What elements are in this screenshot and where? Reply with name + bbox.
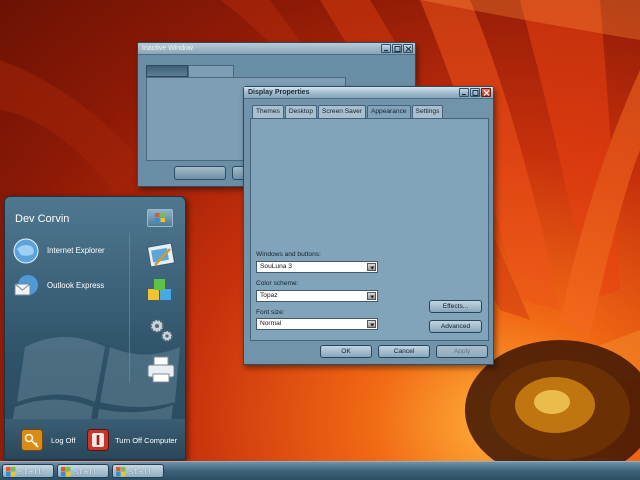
gears-icon: [150, 319, 173, 342]
inactive-tab-selected[interactable]: [146, 65, 188, 77]
printers-shortcut[interactable]: [145, 355, 177, 385]
cancel-button[interactable]: Cancel: [378, 345, 430, 358]
close-button[interactable]: [481, 88, 491, 97]
outlook-express-icon: [14, 275, 38, 296]
display-properties-titlebar[interactable]: Display Properties: [244, 87, 493, 99]
windows-and-buttons-label: Windows and buttons:: [256, 251, 321, 258]
windows-logo-icon: [155, 213, 165, 222]
menu-item-label: Outlook Express: [47, 281, 105, 290]
cubes-shortcut[interactable]: [145, 277, 177, 307]
user-name: Dev Corvin: [15, 213, 70, 225]
advanced-button[interactable]: Advanced: [429, 320, 482, 333]
apply-button[interactable]: Apply: [436, 345, 488, 358]
start-menu: Dev Corvin Internet Explorer Outlook Exp…: [4, 196, 186, 460]
dropdown-button[interactable]: [367, 320, 376, 328]
control-panel-shortcut[interactable]: [145, 315, 177, 345]
log-off-button[interactable]: Log Off: [21, 429, 83, 451]
printer-icon: [147, 356, 175, 383]
start-button[interactable]: start: [57, 464, 109, 478]
tab-screen-saver[interactable]: Screen Saver: [318, 105, 366, 118]
close-icon: [405, 46, 412, 52]
paint-shortcut[interactable]: [145, 241, 177, 271]
minimize-button[interactable]: [459, 88, 469, 97]
tab-appearance[interactable]: Appearance: [366, 105, 411, 119]
inactive-window-button[interactable]: [174, 166, 226, 180]
chevron-down-icon: [370, 295, 375, 299]
font-size-select[interactable]: Normal: [256, 318, 378, 330]
font-size-value: Normal: [260, 320, 282, 327]
windows-logo-icon: [116, 467, 126, 477]
close-button[interactable]: [403, 44, 413, 53]
ok-button[interactable]: OK: [320, 345, 372, 358]
start-menu-footer: Log Off Turn Off Computer: [5, 419, 185, 459]
turn-off-label: Turn Off Computer: [115, 436, 178, 445]
turn-off-computer-button[interactable]: Turn Off Computer: [87, 429, 183, 451]
menu-item-label: Internet Explorer: [47, 246, 105, 255]
taskbar: start start start: [0, 461, 640, 480]
chevron-down-icon: [370, 323, 375, 327]
windows-and-buttons-select[interactable]: SouLuna 3: [256, 261, 378, 273]
inactive-window-title: Inactive Window: [142, 45, 193, 52]
power-icon: [87, 429, 109, 451]
minimize-icon: [462, 94, 466, 96]
color-scheme-label: Color scheme:: [256, 280, 299, 287]
windows-and-buttons-value: SouLuna 3: [260, 263, 292, 270]
window-title: Display Properties: [248, 89, 310, 96]
color-scheme-select[interactable]: Topaz: [256, 290, 378, 302]
maximize-button[interactable]: [470, 88, 480, 97]
maximize-icon: [394, 46, 401, 52]
tab-settings[interactable]: Settings: [411, 105, 444, 118]
display-properties-window[interactable]: Display Properties Themes Desktop Screen…: [243, 86, 494, 365]
log-off-label: Log Off: [51, 436, 76, 445]
menu-item-outlook-express[interactable]: Outlook Express: [9, 272, 121, 298]
key-icon: [21, 429, 43, 451]
tab-themes[interactable]: Themes: [252, 105, 284, 118]
windows-logo-icon: [61, 467, 71, 477]
paint-icon: [146, 242, 176, 268]
color-scheme-value: Topaz: [260, 292, 278, 299]
start-button[interactable]: start: [112, 464, 164, 478]
start-button[interactable]: start: [2, 464, 54, 478]
effects-button[interactable]: Effects...: [429, 300, 482, 313]
close-icon: [483, 90, 490, 96]
column-divider: [129, 233, 130, 383]
minimize-icon: [384, 50, 388, 52]
dropdown-button[interactable]: [367, 263, 376, 271]
cubes-icon: [148, 279, 171, 300]
menu-item-internet-explorer[interactable]: Internet Explorer: [9, 237, 121, 264]
tab-strip: Themes Desktop Screen Saver Appearance S…: [252, 105, 444, 119]
tab-desktop[interactable]: Desktop: [284, 105, 318, 118]
chevron-down-icon: [370, 266, 375, 270]
start-label: start: [74, 467, 98, 476]
maximize-icon: [472, 90, 479, 96]
maximize-button[interactable]: [392, 44, 402, 53]
dropdown-button[interactable]: [367, 292, 376, 300]
start-label: start: [129, 467, 153, 476]
internet-explorer-icon: [13, 238, 39, 264]
start-label: start: [19, 467, 43, 476]
user-picture[interactable]: [147, 209, 173, 227]
font-size-label: Font size:: [256, 309, 285, 316]
appearance-panel: Windows and buttons: SouLuna 3 Color sch…: [250, 118, 489, 341]
windows-logo-icon: [6, 467, 16, 477]
minimize-button[interactable]: [381, 44, 391, 53]
inactive-window-titlebar[interactable]: Inactive Window: [138, 43, 415, 55]
